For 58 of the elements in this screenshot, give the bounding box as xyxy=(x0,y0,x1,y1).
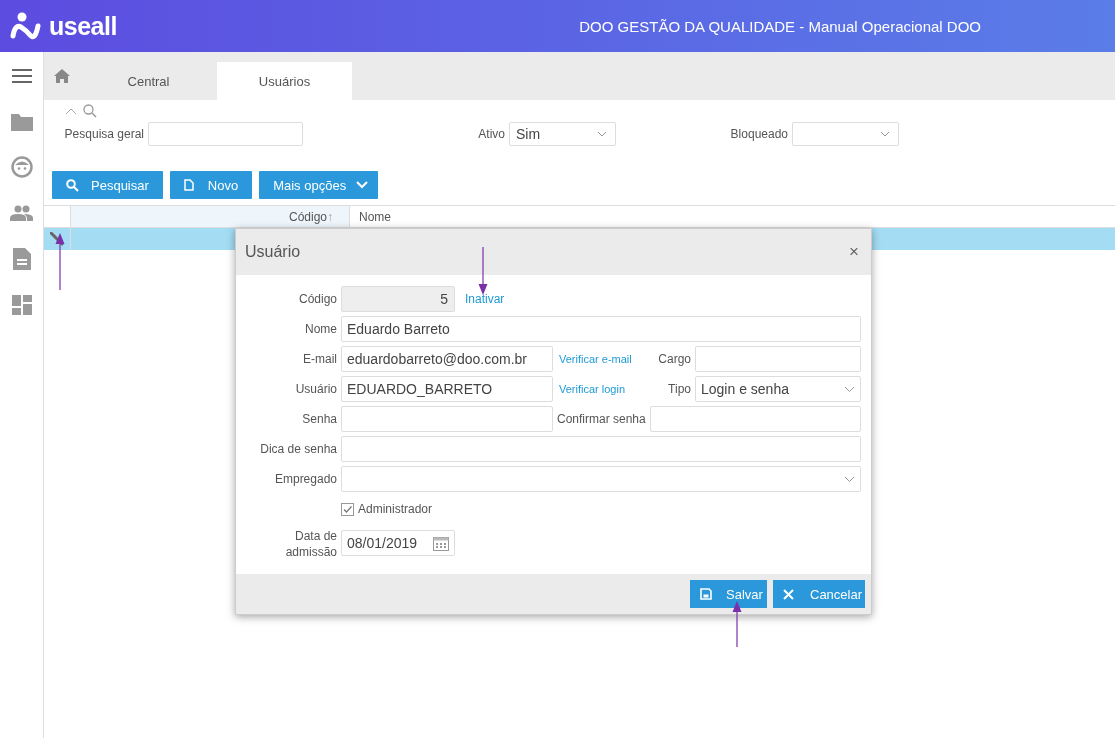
close-icon xyxy=(783,588,794,600)
checkbox[interactable] xyxy=(341,502,354,516)
menu-icon[interactable] xyxy=(11,66,32,84)
calendar-icon[interactable] xyxy=(433,535,449,551)
field-label: Data de admissão xyxy=(284,528,337,560)
field-label: Cargo xyxy=(657,352,691,366)
close-button[interactable]: × xyxy=(849,238,859,266)
date-field[interactable]: 08/01/2019 xyxy=(341,530,455,556)
search-icon xyxy=(66,178,79,192)
logo-icon xyxy=(10,11,41,41)
people-icon[interactable] xyxy=(10,205,33,221)
document-icon xyxy=(183,179,194,191)
annotation-arrow xyxy=(732,601,742,647)
tab[interactable]: Central xyxy=(81,62,216,100)
search-field[interactable] xyxy=(148,122,303,146)
field-label: Usuário xyxy=(294,381,337,397)
field-label: Senha xyxy=(301,411,337,427)
text-field[interactable]: eduardobarreto@doo.com.br xyxy=(341,346,553,372)
field-label: Dica de senha xyxy=(259,441,337,457)
field-label: Tipo xyxy=(667,382,691,396)
field-label: Código xyxy=(297,291,337,307)
annotation-arrow xyxy=(55,233,65,290)
annotation-arrow xyxy=(478,247,488,295)
text-field[interactable] xyxy=(341,406,553,432)
field-label: Empregado xyxy=(273,471,337,487)
chevron-down-icon xyxy=(880,131,890,137)
text-field[interactable]: EDUARDO_BARRETO xyxy=(341,376,553,402)
home-icon xyxy=(54,69,70,83)
chevron-down-icon xyxy=(844,475,855,483)
code-field[interactable]: 5 xyxy=(341,286,455,312)
checkbox-label[interactable]: Administrador xyxy=(358,502,433,516)
dropdown[interactable]: Login e senha xyxy=(695,376,861,402)
dashboard-icon[interactable] xyxy=(11,295,32,315)
dialog-title: Usuário xyxy=(245,243,301,261)
chevron-down-icon xyxy=(356,181,369,189)
filter-label: Pesquisa geral xyxy=(64,127,144,141)
filter-label: Bloqueado xyxy=(729,127,788,141)
folder-icon[interactable] xyxy=(10,111,33,131)
document-icon[interactable] xyxy=(12,248,31,270)
text-field[interactable] xyxy=(341,436,861,462)
field-label: E-mail xyxy=(302,351,337,367)
field-label: Nome xyxy=(304,321,337,337)
dropdown[interactable]: Sim xyxy=(509,122,616,146)
tab[interactable]: Usuários xyxy=(217,62,352,100)
app-title: DOO GESTÃO DA QUALIDADE - Manual Operacional DOO xyxy=(579,17,981,35)
search-icon xyxy=(83,104,97,118)
column-header[interactable]: Código↑ xyxy=(71,206,350,227)
column-header[interactable]: Nome xyxy=(350,206,1115,227)
chevron-down-icon xyxy=(597,131,607,137)
chevron-up-icon xyxy=(65,107,77,115)
chevron-down-icon xyxy=(844,385,855,393)
text-field[interactable]: Eduardo Barreto xyxy=(341,316,861,342)
filter-label: Ativo xyxy=(477,127,505,141)
text-field[interactable] xyxy=(649,406,861,432)
field-label: Confirmar senha xyxy=(557,412,646,426)
face-icon[interactable] xyxy=(10,156,33,178)
logo-text: useall xyxy=(49,11,117,41)
text-field[interactable] xyxy=(695,346,861,372)
